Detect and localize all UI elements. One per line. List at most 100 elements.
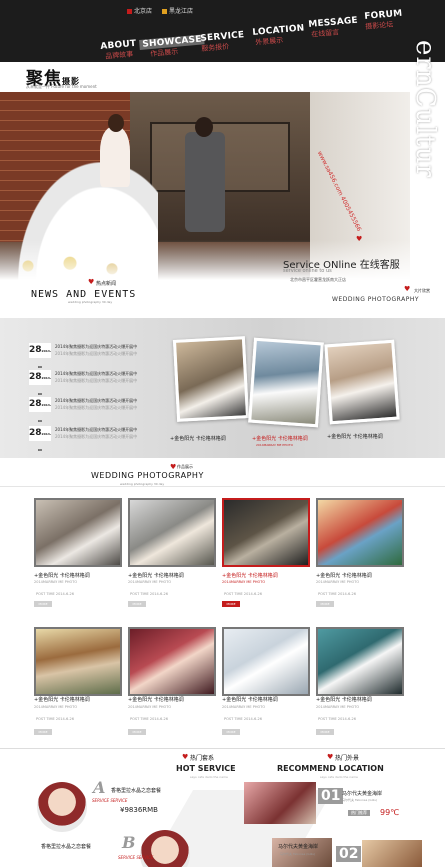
heart-icon: ♥ <box>404 285 411 293</box>
location-sub: 马尔代夫 Fabonsa (Gilis) <box>280 852 315 856</box>
news-summary: 2014年聚焦摄影为迎国庆特惠活动火爆开展中 <box>55 405 138 410</box>
store-beijing-label: 北京店 <box>134 8 153 15</box>
wedding-photo[interactable] <box>324 339 400 425</box>
wedding-photo[interactable] <box>172 336 250 422</box>
gallery-item-sub: 2014MARRAY ME PHOTO <box>34 580 78 584</box>
nav-about[interactable]: ABOUT 品牌故事 <box>100 39 138 62</box>
gallery-post-time: POST TIME 2014-6-26 <box>36 592 74 596</box>
logo-tagline: 从未就是一件 Future for the moment <box>26 84 97 89</box>
store-heilongjiang-label: 黑龙江店 <box>169 8 194 15</box>
hot-tag: 热门套系 <box>190 755 215 762</box>
heart-icon: ♥ <box>88 278 95 286</box>
gallery-photo[interactable] <box>222 627 310 696</box>
more-button[interactable]: MORE <box>128 729 146 735</box>
location-name[interactable]: 马尔代夫黄金海岸 <box>278 843 318 850</box>
location-number: 01 <box>318 788 344 804</box>
news-date: 282014-06 <box>29 370 51 396</box>
news-date: 282014-06 <box>29 426 51 452</box>
news-headline: 2014年聚焦摄影为迎国庆特惠活动火爆开展中 <box>55 398 138 403</box>
heart-icon: ♥ <box>170 463 177 471</box>
package-letter-b: B <box>122 833 136 852</box>
gallery-item-sub: 2014MARRAY ME PHOTO <box>128 705 172 709</box>
package-letter-a: A <box>93 778 106 797</box>
hot-service-title: HOT SERVICE <box>176 764 236 773</box>
news-title: NEWS AND EVENTS <box>31 289 137 300</box>
gallery-item-title[interactable]: +金色阳光 卡伦格林格调 <box>128 696 184 703</box>
groom-figure <box>185 132 225 232</box>
store-heilongjiang-link[interactable]: 黑龙江店 <box>162 6 193 15</box>
news-date: 282014-06 <box>29 343 51 369</box>
gallery-post-time: POST TIME 2014-6-26 <box>36 717 74 721</box>
wedding-photo[interactable] <box>248 337 324 428</box>
package-a-title[interactable]: 香格里拉水晶之恋套餐 <box>111 787 161 794</box>
gallery-item-title[interactable]: +金色阳光 卡伦格林格调 <box>316 572 372 579</box>
more-button[interactable]: MORE <box>316 601 334 607</box>
gallery-item-title[interactable]: +金色阳光 卡伦格林格调 <box>34 572 90 579</box>
news-item[interactable]: 282014-06 2014年聚焦摄影为迎国庆特惠活动火爆开展中 2014年聚焦… <box>29 370 169 396</box>
gallery-photo[interactable] <box>316 627 404 696</box>
gallery-post-time: POST TIME 2014-6-26 <box>130 717 168 721</box>
gallery-post-time: POST TIME 2014-6-26 <box>224 717 262 721</box>
gallery-photo[interactable] <box>128 627 216 696</box>
package-b-title[interactable]: 香格里拉水晶之恋套餐 <box>41 843 91 850</box>
store-beijing-link[interactable]: 北京店 <box>127 6 152 15</box>
location-name[interactable]: 马尔代夫黄金海岸 <box>342 790 382 797</box>
gallery-photo[interactable] <box>34 498 122 567</box>
news-item[interactable]: 282014-06 2014年聚焦摄影为迎国庆特惠活动火爆开展中 2014年聚焦… <box>29 426 169 452</box>
more-button[interactable]: MORE <box>34 601 52 607</box>
gallery-photo[interactable] <box>34 627 122 696</box>
bride-figure <box>100 127 130 187</box>
online-service-sub: service online to us <box>283 268 332 274</box>
wedding-caption-active[interactable]: +金色阳光 卡伦格林格调 <box>252 435 308 442</box>
more-button[interactable]: MORE <box>34 729 52 735</box>
gallery-post-time: POST TIME 2014-6-26 <box>224 592 262 596</box>
bottom-divider <box>0 748 445 749</box>
package-a-price: ¥9836RMB <box>120 806 158 814</box>
news-tag: 热点新闻 <box>96 281 117 287</box>
location-photo[interactable] <box>362 840 422 867</box>
news-headline: 2014年聚焦摄影为迎国庆特惠活动火爆开展中 <box>55 427 138 432</box>
gallery-item-title-active[interactable]: +金色阳光 卡伦格林格调 <box>222 572 278 579</box>
hot-service-avatar[interactable] <box>37 782 87 832</box>
hot-service-subtitle: says cafe dedo the name <box>190 775 228 779</box>
location-sub: 马尔代夫 Fabonsa (Gilis) <box>342 798 377 802</box>
gallery-post-time: POST TIME 2014-6-26 <box>130 592 168 596</box>
news-day: 28 <box>29 345 42 355</box>
gallery-title: WEDDING PHOTOGRAPHY <box>91 471 204 480</box>
news-summary: 2014年聚焦摄影为迎国庆特惠活动火爆开展中 <box>55 378 138 383</box>
nav-service[interactable]: SERVICE 服务报价 <box>200 30 246 54</box>
wedding-caption[interactable]: +金色阳光 卡伦格林格调 <box>170 435 226 442</box>
news-headline: 2014年聚焦摄影为迎国庆特惠活动火爆开展中 <box>55 344 138 349</box>
location-price: 99℃ <box>380 808 400 817</box>
gallery-photo-active[interactable] <box>222 498 310 567</box>
news-headline: 2014年聚焦摄影为迎国庆特惠活动火爆开展中 <box>55 371 138 376</box>
news-item[interactable]: 282014-06 2014年聚焦摄影为迎国庆特惠活动火爆开展中 2014年聚焦… <box>29 397 169 423</box>
location-photo[interactable] <box>244 782 316 824</box>
wedding-caption[interactable]: +金色阳光 卡伦格林格调 <box>327 433 383 440</box>
gallery-photo[interactable] <box>316 498 404 567</box>
nav-forum[interactable]: FORUM 摄影论坛 <box>364 9 404 32</box>
gallery-item-title[interactable]: +金色阳光 卡伦格林格调 <box>316 696 372 703</box>
gallery-item-title[interactable]: +金色阳光 卡伦格林格调 <box>222 696 278 703</box>
gallery-item-title[interactable]: +金色阳光 卡伦格林格调 <box>34 696 90 703</box>
news-date: 282014-06 <box>29 397 51 423</box>
heart-icon: ♥ <box>182 753 189 761</box>
gallery-divider <box>0 486 445 487</box>
heart-icon: ♥ <box>327 753 334 761</box>
more-button[interactable]: MORE <box>128 601 146 607</box>
gallery-item-title[interactable]: +金色阳光 卡伦格林格调 <box>128 572 184 579</box>
package-b-sub: SERVICE SERVICE <box>118 855 154 860</box>
news-day: 28 <box>29 428 42 438</box>
news-day: 28 <box>29 372 42 382</box>
gallery-post-time: POST TIME 2014-6-26 <box>318 592 356 596</box>
more-button[interactable]: MORE <box>222 729 240 735</box>
wedding-top-tag: 大片欣赏 <box>414 288 430 293</box>
bride-head <box>108 114 124 132</box>
gallery-photo[interactable] <box>128 498 216 567</box>
recommend-title: RECOMMEND LOCATION <box>277 764 384 773</box>
more-button-active[interactable]: MORE <box>222 601 240 607</box>
news-item[interactable]: 282014-06 2014年聚焦摄影为迎国庆特惠活动火爆开展中 2014年聚焦… <box>29 343 169 369</box>
gallery-item-sub: 2014MARRAY ME PHOTO <box>316 580 360 584</box>
more-button[interactable]: MORE <box>316 729 334 735</box>
news-summary: 2014年聚焦摄影为迎国庆特惠活动火爆开展中 <box>55 434 138 439</box>
